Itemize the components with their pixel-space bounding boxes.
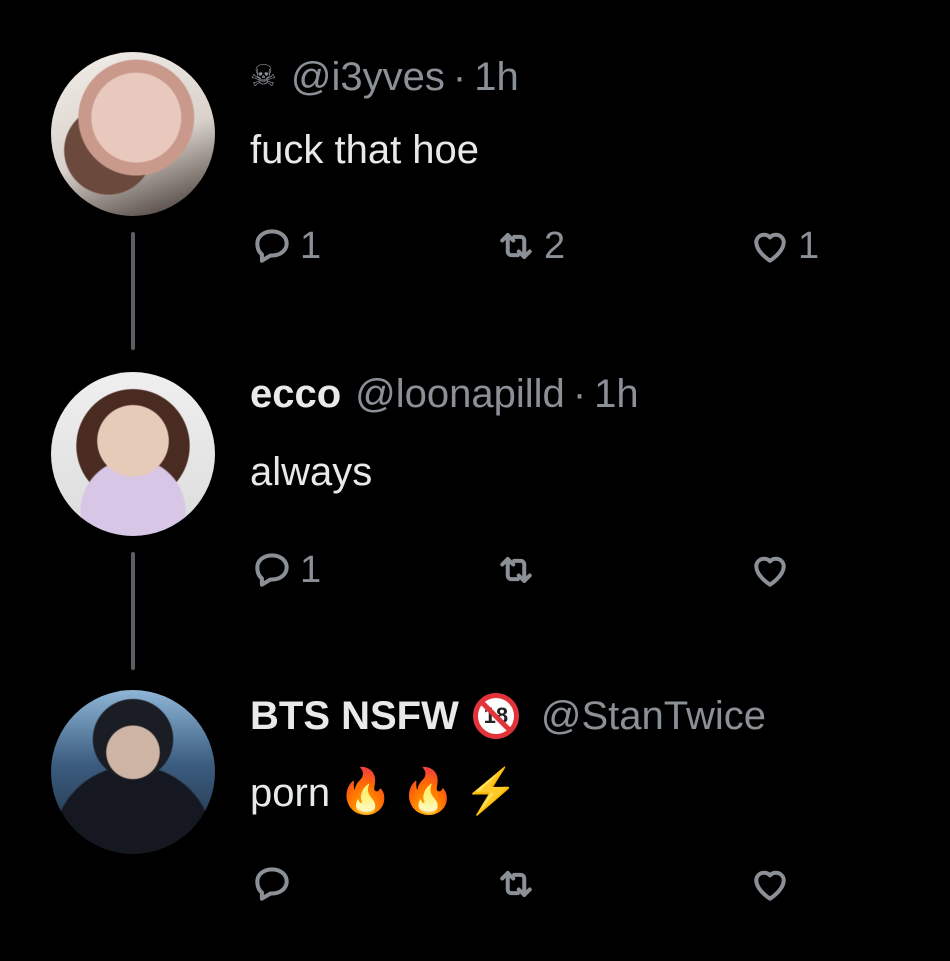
heart-icon [754,232,786,263]
heart-icon [754,556,786,587]
display-name[interactable]: ecco [250,370,341,418]
heart-icon [754,870,786,901]
thread-connector [131,552,135,670]
tweet-header: BTS NSFW 18 @StanTwice [250,692,766,740]
avatar[interactable] [51,690,215,854]
display-name[interactable]: BTS NSFW [250,692,459,740]
timestamp[interactable]: 1h [474,53,519,101]
tweet-text-row: porn 🔥 🔥 ⚡ [250,768,518,817]
tweet-text: always [250,450,373,494]
retweet-count: 2 [544,224,566,267]
like-count: 1 [798,224,820,267]
retweet-icon [500,556,532,584]
separator-dot: · [452,55,467,99]
tweet-header: ☠ @i3yves · 1h [250,53,519,101]
retweet-icon [500,232,532,260]
retweet-icon [500,870,532,898]
action-bar: 1 [250,548,850,598]
action-bar [250,862,850,912]
reply-icon [255,229,289,263]
reply-button[interactable]: 1 [250,224,321,268]
like-button[interactable] [748,548,798,592]
tweet-text: porn [250,771,331,815]
lightning-emoji: ⚡ [463,767,519,816]
retweet-button[interactable] [494,548,544,592]
avatar[interactable] [51,372,215,536]
reply-icon [255,553,289,587]
user-handle[interactable]: @i3yves [291,53,445,101]
reply-icon [255,867,289,901]
tweet-text: fuck that hoe [250,128,480,172]
retweet-button[interactable]: 2 [494,224,565,268]
tweet-2[interactable]: ecco @loonapilld · 1h always 1 [0,340,950,670]
tweet-3[interactable]: BTS NSFW 18 @StanTwice porn 🔥 🔥 ⚡ [0,670,950,961]
reply-count: 1 [300,548,322,591]
user-handle[interactable]: @StanTwice [541,692,766,740]
reply-button[interactable]: 1 [250,548,321,592]
tweet-header: ecco @loonapilld · 1h [250,370,639,418]
like-button[interactable] [748,862,798,906]
timestamp[interactable]: 1h [594,370,639,418]
user-handle[interactable]: @loonapilld [355,370,565,418]
like-button[interactable]: 1 [748,224,819,268]
fire-emoji: 🔥 [400,767,456,816]
retweet-button[interactable] [494,862,544,906]
action-bar: 1 2 1 [250,224,850,274]
fire-emoji: 🔥 [338,767,393,816]
skull-crossbones-icon: ☠ [250,60,277,93]
nsfw-18-badge-icon: 18 [472,693,519,739]
tweet-1[interactable]: ☠ @i3yves · 1h fuck that hoe 1 2 1 [0,0,950,350]
avatar[interactable] [51,52,215,216]
reply-count: 1 [300,224,322,267]
separator-dot: · [572,372,587,416]
reply-button[interactable] [250,862,300,906]
thread-connector [131,232,135,350]
